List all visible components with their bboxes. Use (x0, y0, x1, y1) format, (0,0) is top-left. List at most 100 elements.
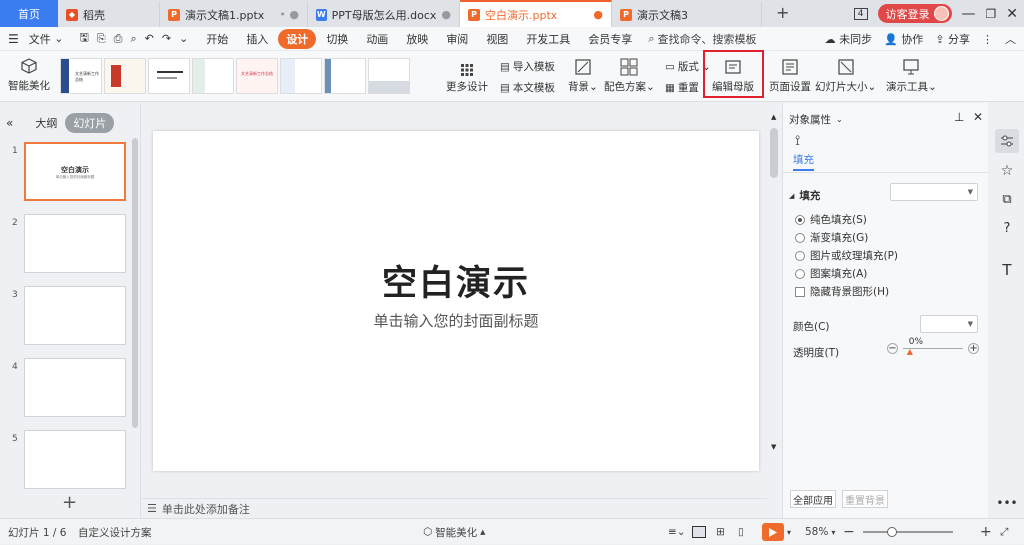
picture-fill-option[interactable]: 图片或纹理填充(P) (795, 248, 898, 263)
save-icon[interactable]: 🖫 (79, 29, 88, 48)
zoom-out-icon[interactable]: − (843, 519, 855, 545)
template-thumbnail[interactable] (280, 58, 322, 94)
radio[interactable] (795, 250, 805, 261)
thumbnail-scrollbar[interactable] (132, 138, 138, 428)
template-thumbnail[interactable] (104, 58, 146, 94)
play-slideshow-button[interactable]: ▾ (762, 519, 791, 545)
text-icon[interactable]: T (995, 258, 1019, 282)
scroll-down-icon[interactable]: ▼ (771, 443, 776, 451)
color-scheme-button[interactable]: 配色方案⌄ (604, 58, 655, 94)
redo-icon[interactable]: ↷ (162, 32, 171, 45)
slide-thumbnail[interactable] (24, 358, 126, 417)
text-template-button[interactable]: ▤ 本文模板 (500, 80, 555, 95)
gradient-fill-option[interactable]: 渐变填充(G) (795, 230, 868, 245)
minimize-icon[interactable]: — (962, 6, 976, 22)
more-icon[interactable]: ⋮ (982, 33, 993, 46)
design-scheme[interactable]: 自定义设计方案 (78, 519, 152, 545)
zoom-level[interactable]: 58% ▾ (805, 519, 835, 545)
collab-button[interactable]: 👤 协作 (884, 31, 923, 47)
page-setup-button[interactable]: 页面设置 (769, 58, 811, 94)
slide-subtitle[interactable]: 单击输入您的封面副标题 (153, 310, 759, 331)
file-menu[interactable]: 文件 ⌄ (21, 29, 72, 49)
close-panel-icon[interactable]: ✕ (973, 110, 983, 124)
hide-background-checkbox[interactable]: 隐藏背景图形(H) (795, 284, 889, 299)
reading-view-icon[interactable]: ▯ (738, 519, 744, 545)
template-thumbnail[interactable] (192, 58, 234, 94)
menu-member[interactable]: 会员专享 (580, 29, 640, 49)
zoom-in-icon[interactable]: + (980, 519, 992, 545)
properties-icon[interactable] (995, 129, 1019, 153)
slide-thumbnail[interactable] (24, 214, 126, 273)
more-design-button[interactable]: 更多设计 (446, 64, 488, 94)
new-tab-icon[interactable]: + (776, 3, 789, 22)
tab-slides[interactable]: 幻灯片 (65, 113, 115, 133)
help-icon[interactable]: ? (995, 216, 1019, 240)
restore-icon[interactable]: ❐ (986, 7, 997, 21)
fill-tab[interactable]: 填充 (793, 152, 814, 171)
menu-design[interactable]: 设计 (278, 28, 317, 49)
dropdown-icon[interactable]: ⌄ (179, 32, 188, 45)
share-button[interactable]: ⇪ 分享 (935, 31, 970, 47)
close-icon[interactable]: ✕ (1006, 6, 1018, 22)
tab-count-badge[interactable]: 4 (853, 7, 868, 20)
smart-beautify-status[interactable]: ⬡ 智能美化 ▴ (423, 519, 485, 545)
fill-section-header[interactable]: ◢ 填充 (789, 188, 820, 203)
slider-handle[interactable]: ▲ (907, 347, 913, 356)
sorter-view-icon[interactable]: ⊞ (716, 519, 725, 545)
import-template-button[interactable]: ▤ 导入模板 (500, 59, 555, 74)
template-thumbnail[interactable] (324, 58, 366, 94)
sync-status[interactable]: ☁ 未同步 (825, 31, 873, 47)
menu-developer[interactable]: 开发工具 (518, 29, 578, 49)
scroll-up-icon[interactable]: ▲ (771, 113, 776, 121)
pattern-fill-option[interactable]: 图案填充(A) (795, 266, 867, 281)
menu-review[interactable]: 审阅 (438, 29, 476, 49)
tab-presentation3[interactable]: P 演示文稿3 (612, 2, 762, 27)
menu-animation[interactable]: 动画 (358, 29, 396, 49)
collapse-ribbon-icon[interactable]: ︿ (1005, 31, 1016, 47)
reset-background-button[interactable]: 重置背景 (842, 490, 888, 508)
fill-type-dropdown[interactable]: ▼ (890, 183, 978, 201)
normal-view-icon[interactable] (692, 519, 706, 545)
chevron-down-icon[interactable]: ⌄ (836, 115, 843, 124)
animation-icon[interactable]: ☆ (995, 159, 1019, 183)
slide-thumbnail[interactable]: 空白演示 单击输入您的封面副标题 (24, 142, 126, 201)
menu-start[interactable]: 开始 (198, 29, 236, 49)
tab-outline[interactable]: 大纲 (27, 113, 65, 133)
notes-area[interactable]: ☰ 单击此处添加备注 (142, 498, 767, 518)
checkbox[interactable] (795, 286, 805, 297)
background-button[interactable]: 背景⌄ (568, 58, 598, 94)
template-thumbnail[interactable] (368, 58, 410, 94)
tab-blank-presentation[interactable]: P 空白演示.pptx ● (460, 0, 612, 27)
fit-window-icon[interactable]: ⤢ (1000, 519, 1008, 545)
print-icon[interactable]: ⎙ (114, 32, 123, 46)
radio[interactable] (795, 232, 805, 243)
add-slide-icon[interactable]: + (62, 492, 77, 513)
slide-thumbnail-row[interactable]: 5 (0, 430, 141, 492)
more-icon[interactable]: ••• (995, 491, 1019, 515)
reset-button[interactable]: ▦ 重置 (665, 80, 699, 95)
color-dropdown[interactable]: ▼ (920, 315, 978, 333)
guest-login-button[interactable]: 访客登录 (877, 4, 952, 23)
tab-daoke[interactable]: ◆ 稻壳 (58, 2, 160, 27)
export-icon[interactable]: ⎘ (97, 32, 106, 46)
presentation-tools-button[interactable]: 演示工具⌄ (886, 58, 937, 94)
slide-thumbnail[interactable] (24, 286, 126, 345)
tab-ppt-master-doc[interactable]: W PPT母版怎么用.docx ● (308, 2, 460, 27)
slide-thumbnail-row[interactable]: 2 (0, 214, 141, 276)
radio[interactable] (795, 268, 805, 279)
slide-canvas[interactable]: 空白演示 单击输入您的封面副标题 (153, 131, 759, 471)
plus-icon[interactable]: + (968, 342, 980, 354)
home-tab[interactable]: 首页 (0, 0, 58, 27)
apply-all-button[interactable]: 全部应用 (790, 490, 836, 508)
slide-size-button[interactable]: 幻灯片大小⌄ (815, 58, 876, 94)
menu-insert[interactable]: 插入 (238, 29, 276, 49)
editor-scrollbar[interactable]: ▲ ▼ (767, 103, 782, 518)
tab-presentation1[interactable]: P 演示文稿1.pptx • ● (160, 2, 308, 27)
template-thumbnail[interactable] (148, 58, 190, 94)
command-search[interactable]: ⌕ 查找命令、搜索模板 (642, 31, 762, 47)
minus-icon[interactable]: − (887, 342, 898, 354)
hamburger-icon[interactable]: ☰ (8, 32, 19, 46)
zoom-slider[interactable] (863, 519, 953, 545)
radio[interactable] (795, 214, 805, 225)
copy-icon[interactable]: ⧉ (995, 187, 1019, 211)
